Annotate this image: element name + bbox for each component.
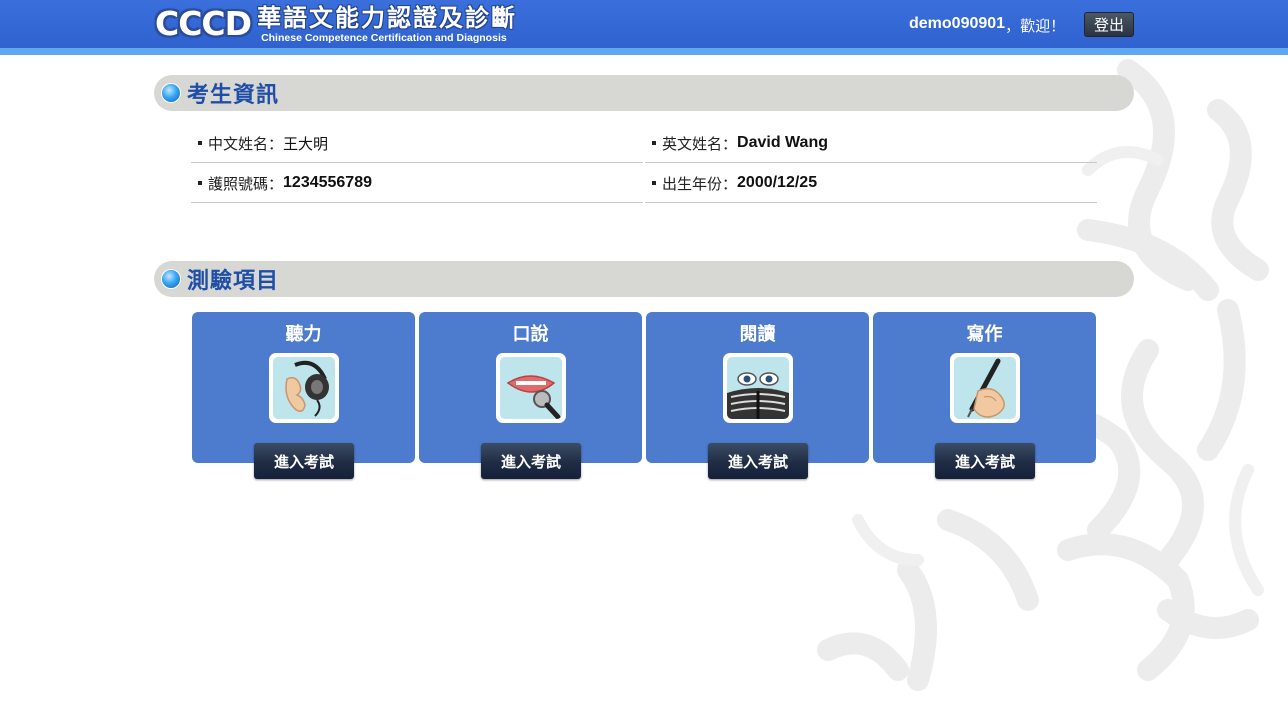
birth-date-field: 出生年份： 2000/12/25 — [645, 164, 1097, 203]
headphones-ear-icon — [269, 353, 339, 423]
chinese-name-value: 王大明 — [283, 134, 329, 153]
listening-test-card: 聽力 進入考試 — [192, 312, 415, 479]
english-name-label: 英文姓名： — [662, 134, 738, 153]
listening-enter-button[interactable]: 進入考試 — [254, 443, 354, 479]
mouth-microphone-icon — [496, 353, 566, 423]
eyes-book-icon — [723, 353, 793, 423]
candidate-info-header: 考生資訊 — [154, 75, 1134, 111]
speaking-enter-button[interactable]: 進入考試 — [481, 443, 581, 479]
top-header: CCCD 華語文能力認證及診斷 Chinese Competence Certi… — [0, 0, 1288, 48]
reading-title: 閱讀 — [739, 324, 776, 345]
bullet-dot — [652, 181, 656, 185]
candidate-info-title: 考生資訊 — [187, 83, 280, 108]
birth-date-value: 2000/12/25 — [737, 174, 818, 191]
hand-pen-icon — [950, 353, 1020, 423]
reading-test-card: 閱讀 進入考試 — [646, 312, 869, 479]
bullet-icon — [162, 84, 180, 102]
logo-mark: CCCD — [155, 4, 252, 43]
welcome-suffix: ，歡迎！ — [1005, 17, 1066, 35]
bullet-dot — [652, 141, 656, 145]
site-logo[interactable]: CCCD 華語文能力認證及診斷 Chinese Competence Certi… — [155, 4, 517, 46]
passport-number-value: 1234556789 — [283, 174, 372, 191]
reading-enter-button[interactable]: 進入考試 — [708, 443, 808, 479]
writing-test-card: 寫作 進入考試 — [873, 312, 1096, 479]
passport-number-label: 護照號碼： — [208, 174, 284, 193]
username: demo090901 — [909, 15, 1006, 32]
logout-button[interactable]: 登出 — [1084, 12, 1134, 37]
test-items-header: 測驗項目 — [154, 261, 1134, 297]
birth-date-label: 出生年份： — [662, 174, 738, 193]
bullet-dot — [198, 181, 202, 185]
chinese-name-field: 中文姓名： 王大明 — [191, 124, 643, 163]
speaking-test-card: 口說 進入考試 — [419, 312, 642, 479]
speaking-title: 口說 — [512, 324, 549, 345]
logo-title: 華語文能力認證及診斷 — [257, 3, 518, 32]
english-name-field: 英文姓名： David Wang — [645, 124, 1097, 163]
listening-title: 聽力 — [285, 324, 322, 345]
test-items-title: 測驗項目 — [187, 269, 280, 294]
chinese-name-label: 中文姓名： — [208, 134, 284, 153]
bullet-icon — [162, 270, 180, 288]
english-name-value: David Wang — [737, 134, 828, 151]
logo-subtitle: Chinese Competence Certification and Dia… — [261, 32, 507, 44]
header-divider — [0, 48, 1288, 55]
passport-number-field: 護照號碼： 1234556789 — [191, 164, 643, 203]
bullet-dot — [198, 141, 202, 145]
writing-title: 寫作 — [966, 324, 1003, 345]
writing-enter-button[interactable]: 進入考試 — [935, 443, 1035, 479]
welcome-message: demo090901 ，歡迎！ — [909, 15, 1065, 36]
